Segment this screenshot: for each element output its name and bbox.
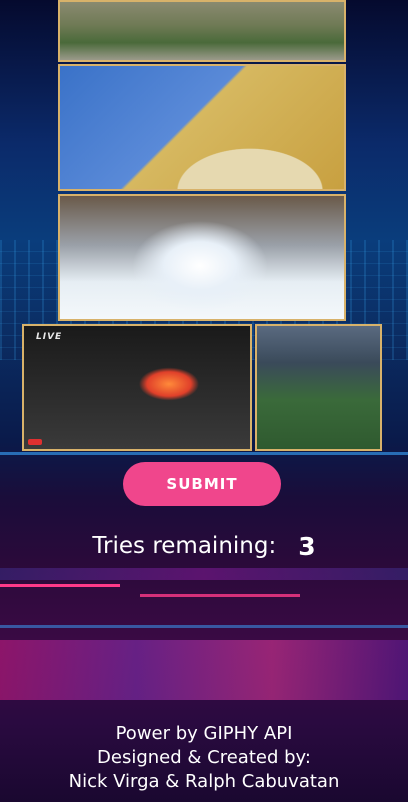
neon-line [140,594,300,597]
neon-line [0,452,408,455]
neon-band [0,568,408,580]
neon-line [0,625,408,628]
volcano-gif[interactable]: LIVE [22,324,252,451]
tries-label: Tries remaining: [92,533,277,559]
footer-powered-by: Power by GIPHY API [115,723,293,744]
soccer-gif[interactable] [255,324,382,451]
footer: Power by GIPHY API Designed & Created by… [0,722,408,794]
water-ride-gif[interactable] [58,194,346,321]
live-label: LIVE [36,332,63,342]
neon-line [0,584,120,587]
live-badge [28,439,42,445]
footer-authors: Nick Virga & Ralph Cabuvatan [68,771,340,792]
footer-designed-by: Designed & Created by: [97,747,311,768]
garden-gif[interactable] [58,0,346,62]
tries-remaining: Tries remaining: 3 [0,528,408,564]
submit-button[interactable]: SUBMIT [123,462,281,506]
neon-band [0,640,408,700]
tries-count: 3 [298,531,316,561]
rollercoaster-gif[interactable] [58,64,346,191]
